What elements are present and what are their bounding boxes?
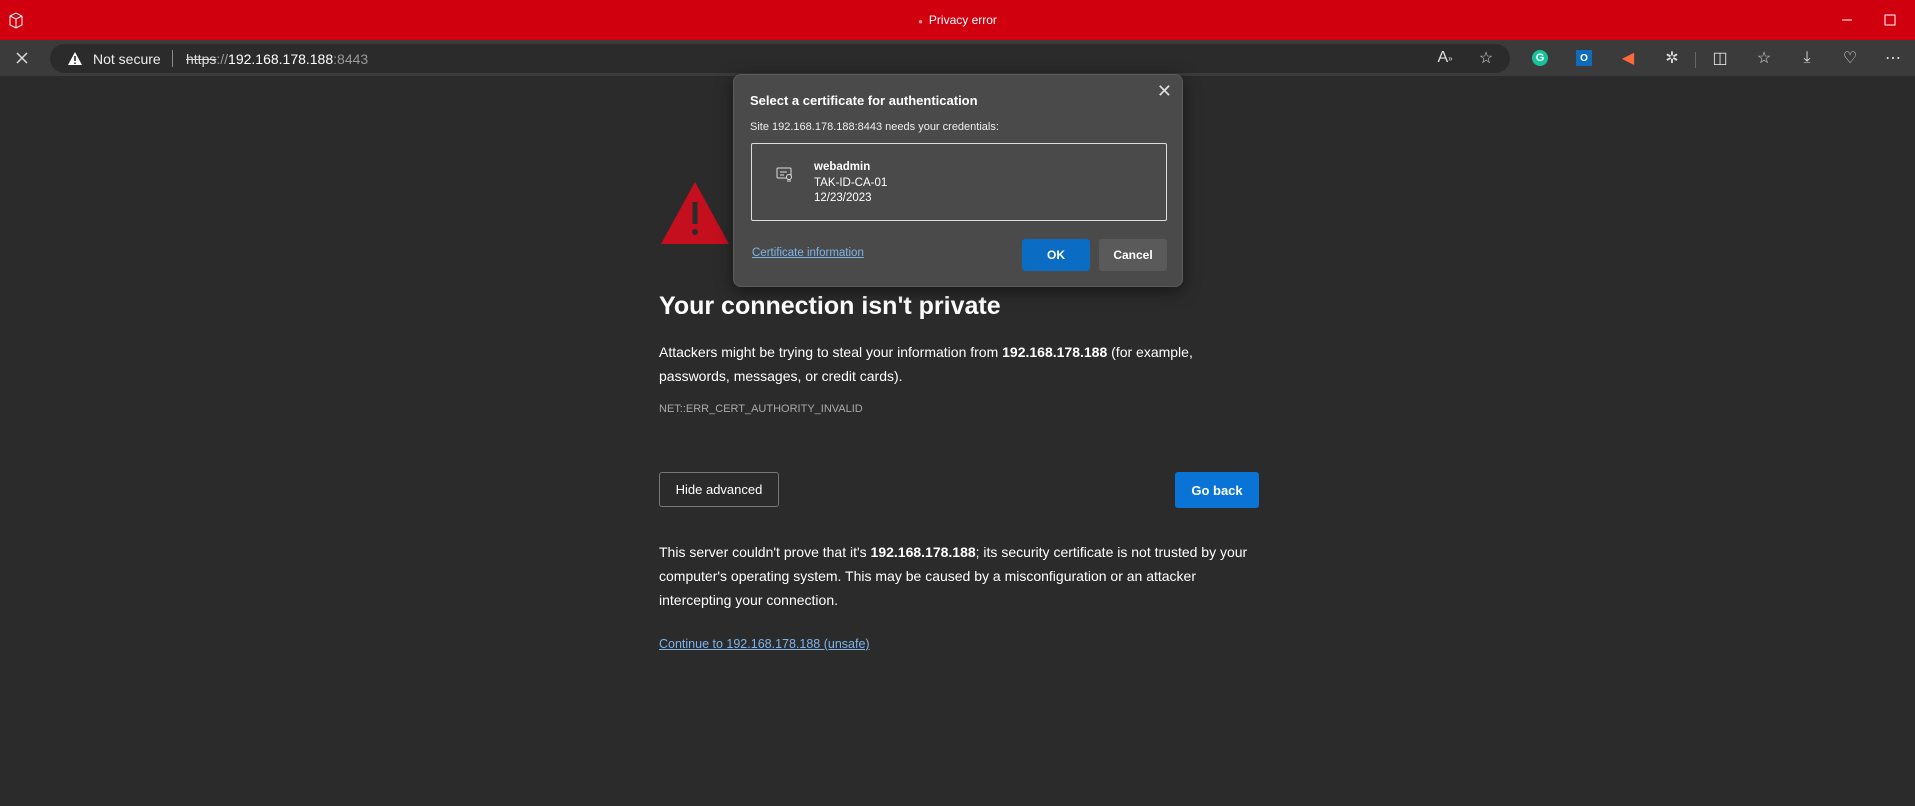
downloads-icon[interactable]: ⤓ [1797,48,1817,68]
warning-icon[interactable] [67,51,83,66]
window-title-text: Privacy error [928,13,997,27]
more-icon[interactable]: ⋯ [1883,48,1903,68]
certificate-list-item[interactable]: webadmin TAK-ID-CA-01 12/23/2023 [751,143,1167,221]
extensions-icon[interactable]: ✲ [1662,48,1682,68]
certificate-dialog: Select a certificate for authentication … [733,74,1183,287]
host: 192.168.178.188 [870,544,976,560]
close-icon[interactable]: ✕ [1157,81,1172,102]
advanced-details-text: This server couldn't prove that it's 192… [659,540,1264,612]
text: Attackers might be trying to steal your … [659,344,1003,360]
hide-advanced-button[interactable]: Hide advanced [659,472,779,507]
toolbar-divider [1695,52,1696,68]
dialog-title: Select a certificate for authentication [750,93,978,108]
error-code[interactable]: NET::ERR_CERT_AUTHORITY_INVALID [659,403,863,415]
browser-essentials-icon[interactable]: ♡ [1840,48,1860,68]
stop-loading-icon[interactable] [12,48,32,68]
window-title: ● Privacy error [918,13,997,27]
ok-button[interactable]: OK [1022,239,1090,271]
minimize-icon[interactable] [1837,10,1857,30]
certificate-issuer: TAK-ID-CA-01 [814,176,888,189]
favorite-star-icon[interactable]: ☆ [1476,48,1496,68]
browser-toolbar: Not secure https://192.168.178.188:8443 … [0,40,1915,76]
cancel-button[interactable]: Cancel [1099,239,1167,271]
read-aloud-icon[interactable]: A» [1435,48,1455,68]
url-port: :8443 [333,51,369,67]
address-bar[interactable]: Not secure https://192.168.178.188:8443 … [50,44,1510,73]
url-scheme: https [186,51,217,67]
text: This server couldn't prove that it's [659,544,871,560]
certificate-information-link[interactable]: Certificate information [752,247,864,259]
page-title: Your connection isn't private [659,292,1001,320]
favorites-icon[interactable]: ☆ [1754,48,1774,68]
warning-triangle-icon [661,182,729,244]
url-separator: :// [216,51,229,67]
certificate-date: 12/23/2023 [814,192,872,204]
grammarly-icon[interactable]: G [1530,48,1550,68]
certificate-name: webadmin [814,161,871,173]
title-bar: ● Privacy error [0,0,1915,40]
go-back-button[interactable]: Go back [1175,472,1259,508]
not-secure-label[interactable]: Not secure [93,51,161,67]
url-text[interactable]: https://192.168.178.188:8443 [186,51,368,67]
megaphone-icon[interactable]: ◀ [1618,48,1638,68]
attack-warning-text: Attackers might be trying to steal your … [659,340,1259,388]
url-host: 192.168.178.188 [228,51,334,67]
split-screen-icon[interactable]: ◫ [1710,48,1730,68]
maximize-icon[interactable] [1880,10,1900,30]
host: 192.168.178.188 [1002,344,1108,360]
continue-unsafe-link[interactable]: Continue to 192.168.178.188 (unsafe) [659,637,870,651]
certificate-icon [776,167,792,182]
outlook-icon[interactable]: O [1574,48,1594,68]
dialog-subtitle: Site 192.168.178.188:8443 needs your cre… [750,121,999,133]
divider [172,50,173,67]
